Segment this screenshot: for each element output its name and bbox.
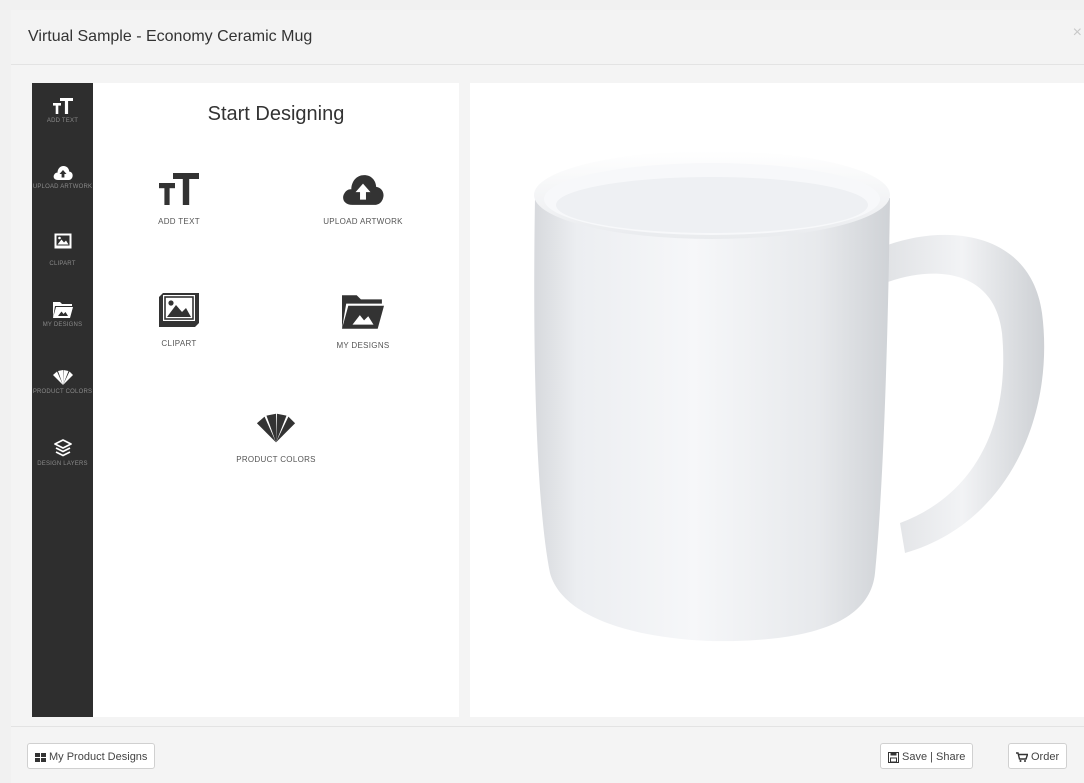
button-label: Order xyxy=(1031,751,1060,764)
sidebar-item-label: ADD TEXT xyxy=(46,118,79,124)
virtual-sample-modal: Virtual Sample - Economy Ceramic Mug × A… xyxy=(11,10,1084,783)
option-label: ADD TEXT xyxy=(158,217,200,226)
sidebar-item-label: CLIPART xyxy=(49,261,76,267)
sidebar-item-my-designs[interactable]: MY DESIGNS xyxy=(32,301,93,329)
folder-image-icon xyxy=(52,302,73,318)
option-label: CLIPART xyxy=(161,339,197,348)
sidebar-item-label: UPLOAD ARTWORK xyxy=(32,184,93,190)
sidebar-item-label: MY DESIGNS xyxy=(42,322,83,328)
tool-sidebar: ADD TEXT UPLOAD ARTWORK CLIPART MY DESIG… xyxy=(32,83,93,717)
modal-title: Virtual Sample - Economy Ceramic Mug xyxy=(28,28,313,45)
sidebar-item-product-colors[interactable]: PRODUCT COLORS xyxy=(32,370,93,396)
save-icon xyxy=(888,751,899,763)
option-my-designs[interactable]: MY DESIGNS xyxy=(293,293,433,350)
image-icon xyxy=(159,293,199,327)
option-clipart[interactable]: CLIPART xyxy=(109,289,249,348)
text-size-icon xyxy=(159,173,199,205)
image-icon xyxy=(54,233,71,249)
color-swatch-icon xyxy=(52,370,73,385)
color-swatch-icon xyxy=(256,413,296,443)
option-product-colors[interactable]: PRODUCT COLORS xyxy=(206,413,346,464)
cloud-upload-icon xyxy=(53,166,73,180)
sidebar-item-upload-artwork[interactable]: UPLOAD ARTWORK xyxy=(32,165,93,191)
order-button[interactable]: Order xyxy=(1008,743,1068,769)
option-add-text[interactable]: ADD TEXT xyxy=(109,171,249,226)
save-share-button[interactable]: Save | Share xyxy=(880,743,974,769)
mug-image xyxy=(534,151,1045,642)
modal-footer: My Product Designs Save | Share Order xyxy=(11,726,1084,783)
option-label: UPLOAD ARTWORK xyxy=(323,217,403,226)
option-label: MY DESIGNS xyxy=(336,341,390,350)
button-label: Save | Share xyxy=(902,751,966,764)
button-label: My Product Designs xyxy=(49,751,148,764)
layers-icon xyxy=(53,439,72,457)
folder-image-icon xyxy=(342,295,384,329)
sidebar-item-clipart[interactable]: CLIPART xyxy=(32,233,93,268)
option-label: PRODUCT COLORS xyxy=(236,455,316,464)
grid-icon xyxy=(35,752,46,762)
option-upload-artwork[interactable]: UPLOAD ARTWORK xyxy=(293,173,433,226)
text-size-icon xyxy=(52,98,73,114)
product-preview xyxy=(470,83,1084,717)
sidebar-item-label: DESIGN LAYERS xyxy=(37,461,88,467)
my-product-designs-button[interactable]: My Product Designs xyxy=(27,743,156,769)
panel-title: Start Designing xyxy=(207,103,345,125)
sidebar-item-design-layers[interactable]: DESIGN LAYERS xyxy=(32,438,93,468)
close-button[interactable]: × xyxy=(1073,24,1082,42)
modal-header: Virtual Sample - Economy Ceramic Mug × xyxy=(11,10,1084,65)
start-designing-panel: Start Designing ADD TEXT UPLOAD ARTWORK xyxy=(93,83,459,717)
cloud-upload-icon xyxy=(343,175,384,205)
cart-icon xyxy=(1016,752,1028,763)
sidebar-item-add-text[interactable]: ADD TEXT xyxy=(32,97,93,125)
sidebar-item-label: PRODUCT COLORS xyxy=(32,389,93,395)
